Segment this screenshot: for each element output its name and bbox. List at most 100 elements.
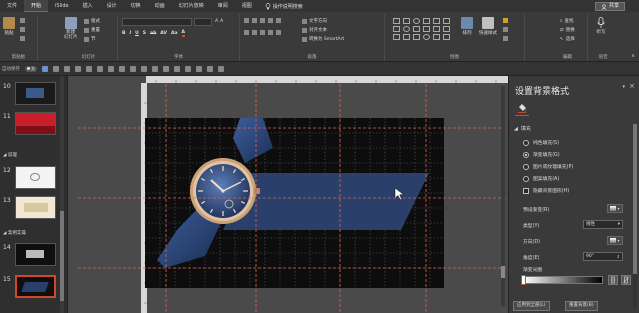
change-case-icon[interactable]: Aa bbox=[171, 31, 178, 36]
pattern-fill-option[interactable]: 图案填充(A) bbox=[523, 175, 559, 182]
tab-animations[interactable]: 动画 bbox=[148, 0, 172, 12]
slide-thumbnail[interactable] bbox=[15, 243, 56, 266]
fill-section-header[interactable]: ◢ 填充 bbox=[514, 125, 531, 133]
shape-icon[interactable] bbox=[403, 34, 410, 40]
shape-icon[interactable] bbox=[443, 34, 450, 40]
reset-button[interactable]: 重置 bbox=[84, 27, 100, 33]
touch-mode-icon[interactable] bbox=[86, 65, 92, 72]
direction-button[interactable]: ▾ bbox=[607, 236, 623, 245]
section-button[interactable]: 节 bbox=[84, 36, 96, 42]
editor-scrollbar[interactable] bbox=[501, 86, 505, 306]
cut-button[interactable] bbox=[20, 18, 25, 23]
shape-icon[interactable] bbox=[443, 18, 450, 24]
scrollbar-thumb[interactable] bbox=[633, 124, 637, 274]
ungroup-icon[interactable] bbox=[141, 65, 147, 72]
send-backward-icon[interactable] bbox=[163, 65, 169, 72]
crop-icon[interactable] bbox=[185, 65, 191, 72]
group-icon[interactable] bbox=[130, 65, 136, 72]
font-color-icon[interactable]: A bbox=[181, 30, 185, 37]
scrollbar-thumb[interactable] bbox=[501, 266, 505, 278]
align-right-icon[interactable] bbox=[260, 30, 265, 35]
columns-icon[interactable] bbox=[276, 30, 281, 35]
distribute-icon[interactable] bbox=[119, 65, 125, 72]
arrange-button[interactable]: 排列 bbox=[461, 17, 473, 36]
reset-background-button[interactable]: 重置背景(B) bbox=[565, 301, 598, 311]
line-spacing-icon[interactable] bbox=[276, 18, 281, 23]
scrollbar-thumb[interactable] bbox=[60, 211, 64, 301]
tell-me-search[interactable]: 操作说明搜索 bbox=[259, 2, 303, 10]
tab-insert[interactable]: 插入 bbox=[76, 0, 100, 12]
hide-background-option[interactable]: 隐藏背景图形(H) bbox=[523, 187, 569, 194]
bold-icon[interactable]: B bbox=[122, 31, 125, 36]
autosave-toggle[interactable]: 关 bbox=[25, 65, 37, 72]
select-button[interactable]: ↖ 选择 bbox=[560, 36, 575, 43]
char-spacing-icon[interactable]: AV bbox=[160, 31, 167, 36]
gradient-stops-bar[interactable] bbox=[523, 276, 603, 284]
font-size-dropdown[interactable] bbox=[194, 18, 212, 26]
shape-effects-button[interactable] bbox=[503, 36, 508, 41]
new-slide-button[interactable]: 新建 幻灯片 bbox=[64, 17, 78, 40]
section-header[interactable]: ◢ 说理 bbox=[3, 152, 17, 158]
shape-icon[interactable] bbox=[403, 18, 410, 24]
replace-button[interactable]: ⇄ 替换 bbox=[560, 27, 575, 34]
copy-button[interactable] bbox=[20, 27, 25, 32]
gradient-fill-option[interactable]: 渐变填充(G) bbox=[523, 151, 560, 158]
numbering-icon[interactable] bbox=[252, 18, 257, 23]
tab-review[interactable]: 审阅 bbox=[211, 0, 235, 12]
shape-icon[interactable] bbox=[423, 18, 430, 24]
align-left-icon[interactable] bbox=[244, 30, 249, 35]
radio-button[interactable] bbox=[523, 163, 529, 170]
increase-indent-icon[interactable] bbox=[268, 18, 273, 23]
tab-view[interactable]: 视图 bbox=[235, 0, 259, 12]
shape-fill-button[interactable] bbox=[503, 18, 508, 23]
shape-outline-button[interactable] bbox=[503, 27, 508, 32]
eyedropper-icon[interactable] bbox=[207, 65, 213, 72]
slide-thumbnail[interactable] bbox=[15, 112, 56, 135]
align-icon[interactable] bbox=[108, 65, 114, 72]
slide-canvas[interactable] bbox=[145, 118, 444, 288]
fill-tab[interactable] bbox=[517, 103, 527, 115]
format-painter-icon[interactable] bbox=[174, 65, 180, 72]
gradient-stop-handle[interactable] bbox=[521, 275, 526, 285]
align-center-icon[interactable] bbox=[252, 30, 257, 35]
italic-icon[interactable]: I bbox=[129, 31, 131, 36]
bullets-icon[interactable] bbox=[244, 18, 249, 23]
pane-scrollbar[interactable] bbox=[633, 124, 637, 309]
shape-icon[interactable] bbox=[393, 34, 400, 40]
shape-icon[interactable] bbox=[413, 26, 420, 32]
add-gradient-stop-button[interactable] bbox=[608, 275, 618, 285]
slide-thumbnail[interactable] bbox=[15, 166, 56, 189]
start-slideshow-icon[interactable] bbox=[75, 65, 81, 72]
pane-options-dropdown-icon[interactable]: ▾ bbox=[622, 84, 625, 90]
shape-icon[interactable] bbox=[423, 26, 430, 32]
tab-transitions[interactable]: 切换 bbox=[124, 0, 148, 12]
dictate-button[interactable]: 听写 bbox=[596, 17, 606, 35]
tab-design[interactable]: 设计 bbox=[100, 0, 124, 12]
shape-icon[interactable] bbox=[393, 26, 400, 32]
slide-thumbnail[interactable] bbox=[15, 196, 56, 219]
share-button[interactable]: 共享 bbox=[594, 2, 625, 11]
bring-forward-icon[interactable] bbox=[152, 65, 158, 72]
section-header[interactable]: ◢ 案例实操 bbox=[3, 230, 26, 236]
radio-button[interactable] bbox=[523, 175, 529, 182]
customize-qat-icon[interactable] bbox=[218, 65, 224, 72]
picture-fill-option[interactable]: 图片或纹理填充(P) bbox=[523, 163, 573, 170]
shape-icon[interactable] bbox=[403, 26, 410, 32]
thumbnail-scrollbar[interactable] bbox=[60, 76, 64, 313]
redo-icon[interactable] bbox=[64, 65, 70, 72]
close-icon[interactable]: × bbox=[629, 82, 635, 90]
shape-icon[interactable] bbox=[393, 18, 400, 24]
layout-button[interactable]: 版式 bbox=[84, 18, 100, 24]
paste-button[interactable]: 粘贴 bbox=[3, 17, 15, 36]
angle-input[interactable]: 90° ⇕ bbox=[583, 252, 623, 261]
undo-icon[interactable] bbox=[53, 65, 59, 72]
smartart-button[interactable]: 转换为 SmartArt bbox=[302, 36, 344, 42]
radio-button-selected[interactable] bbox=[523, 151, 529, 158]
shape-icon[interactable] bbox=[433, 26, 440, 32]
tab-islide[interactable]: iSlide bbox=[48, 0, 76, 12]
merge-shapes-icon[interactable] bbox=[196, 65, 202, 72]
shadow-icon[interactable]: S bbox=[143, 31, 146, 36]
format-painter-button[interactable] bbox=[20, 36, 25, 41]
shape-icon[interactable] bbox=[443, 26, 450, 32]
shape-icon[interactable] bbox=[413, 34, 420, 40]
